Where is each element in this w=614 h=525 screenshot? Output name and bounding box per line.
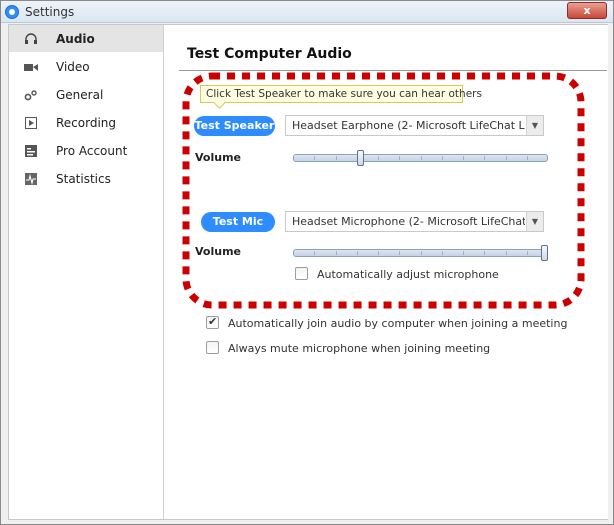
settings-client-area: Audio Video General Recording Pro Accoun… [8,24,608,520]
auto-join-audio-label: Automatically join audio by computer whe… [228,317,568,330]
mic-volume-slider[interactable] [293,245,548,261]
slider-tick [399,251,400,255]
slider-tick [506,251,507,255]
sidebar-item-audio[interactable]: Audio [9,25,163,52]
sidebar-item-statistics[interactable]: Statistics [9,165,163,192]
slider-tick [421,251,422,255]
sidebar-item-pro-account[interactable]: Pro Account [9,137,163,164]
sidebar-item-general[interactable]: General [9,81,163,108]
speaker-volume-label: Volume [195,151,241,164]
slider-tick [336,251,337,255]
test-speaker-button[interactable]: Test Speaker [194,116,275,136]
speaker-volume-thumb[interactable] [357,150,364,166]
mic-volume-label: Volume [195,245,241,258]
slider-tick [357,251,358,255]
page-title: Test Computer Audio [187,46,352,62]
slider-tick [421,156,422,160]
slider-tick [442,156,443,160]
chevron-down-icon: ▼ [526,116,543,135]
mic-volume-thumb[interactable] [541,245,548,261]
microphone-device-select[interactable]: Headset Microphone (2- Microsoft LifeCha… [285,211,544,232]
microphone-device-value: Headset Microphone (2- Microsoft LifeCha… [292,215,525,228]
sidebar-item-label: General [56,87,104,102]
slider-tick [442,251,443,255]
always-mute-mic-checkbox[interactable] [206,341,219,354]
sidebar-item-label: Video [56,59,90,74]
pro-account-icon [24,144,38,157]
sidebar-item-label: Pro Account [56,143,128,158]
settings-window: Settings x Audio Video General Recording… [0,0,614,525]
window-title: Settings [25,5,75,19]
close-button[interactable]: x [567,2,607,19]
gears-icon [24,89,38,101]
checkmark-icon: ✔ [208,315,218,328]
chevron-down-icon: ▼ [526,212,543,231]
slider-tick [506,156,507,160]
title-bar: Settings x [1,1,613,23]
title-divider [179,70,607,71]
play-icon [24,116,38,129]
sidebar-item-label: Recording [56,115,117,130]
slider-tick [336,156,337,160]
sidebar-item-recording[interactable]: Recording [9,109,163,136]
slider-tick [484,156,485,160]
headphones-icon [24,32,38,45]
sidebar-item-video[interactable]: Video [9,53,163,80]
statistics-icon [24,172,38,185]
always-mute-mic-label: Always mute microphone when joining meet… [228,342,491,355]
sidebar-item-label: Audio [56,31,95,46]
slider-tick [378,156,379,160]
slider-tick [399,156,400,160]
video-camera-icon [24,61,38,73]
slider-tick [484,251,485,255]
sidebar-item-label: Statistics [56,171,111,186]
audio-settings-panel: Test Computer Audio Click Test Speaker t… [165,25,608,519]
speaker-device-value: Headset Earphone (2- Microsoft LifeChat … [292,119,525,132]
speaker-volume-slider[interactable] [293,150,548,166]
slider-tick [314,251,315,255]
test-mic-button[interactable]: Test Mic [201,212,275,232]
slider-tick [527,156,528,160]
slider-tick [463,156,464,160]
auto-adjust-mic-label: Automatically adjust microphone [317,268,499,281]
auto-adjust-mic-checkbox[interactable] [295,267,308,280]
auto-join-audio-checkbox[interactable]: ✔ [206,315,219,329]
sidebar: Audio Video General Recording Pro Accoun… [9,25,164,519]
slider-tick [463,251,464,255]
slider-tick [378,251,379,255]
test-speaker-tooltip: Click Test Speaker to make sure you can … [200,85,482,103]
slider-tick [527,251,528,255]
zoom-app-icon [5,5,19,19]
speaker-device-select[interactable]: Headset Earphone (2- Microsoft LifeChat … [285,115,544,136]
slider-tick [314,156,315,160]
